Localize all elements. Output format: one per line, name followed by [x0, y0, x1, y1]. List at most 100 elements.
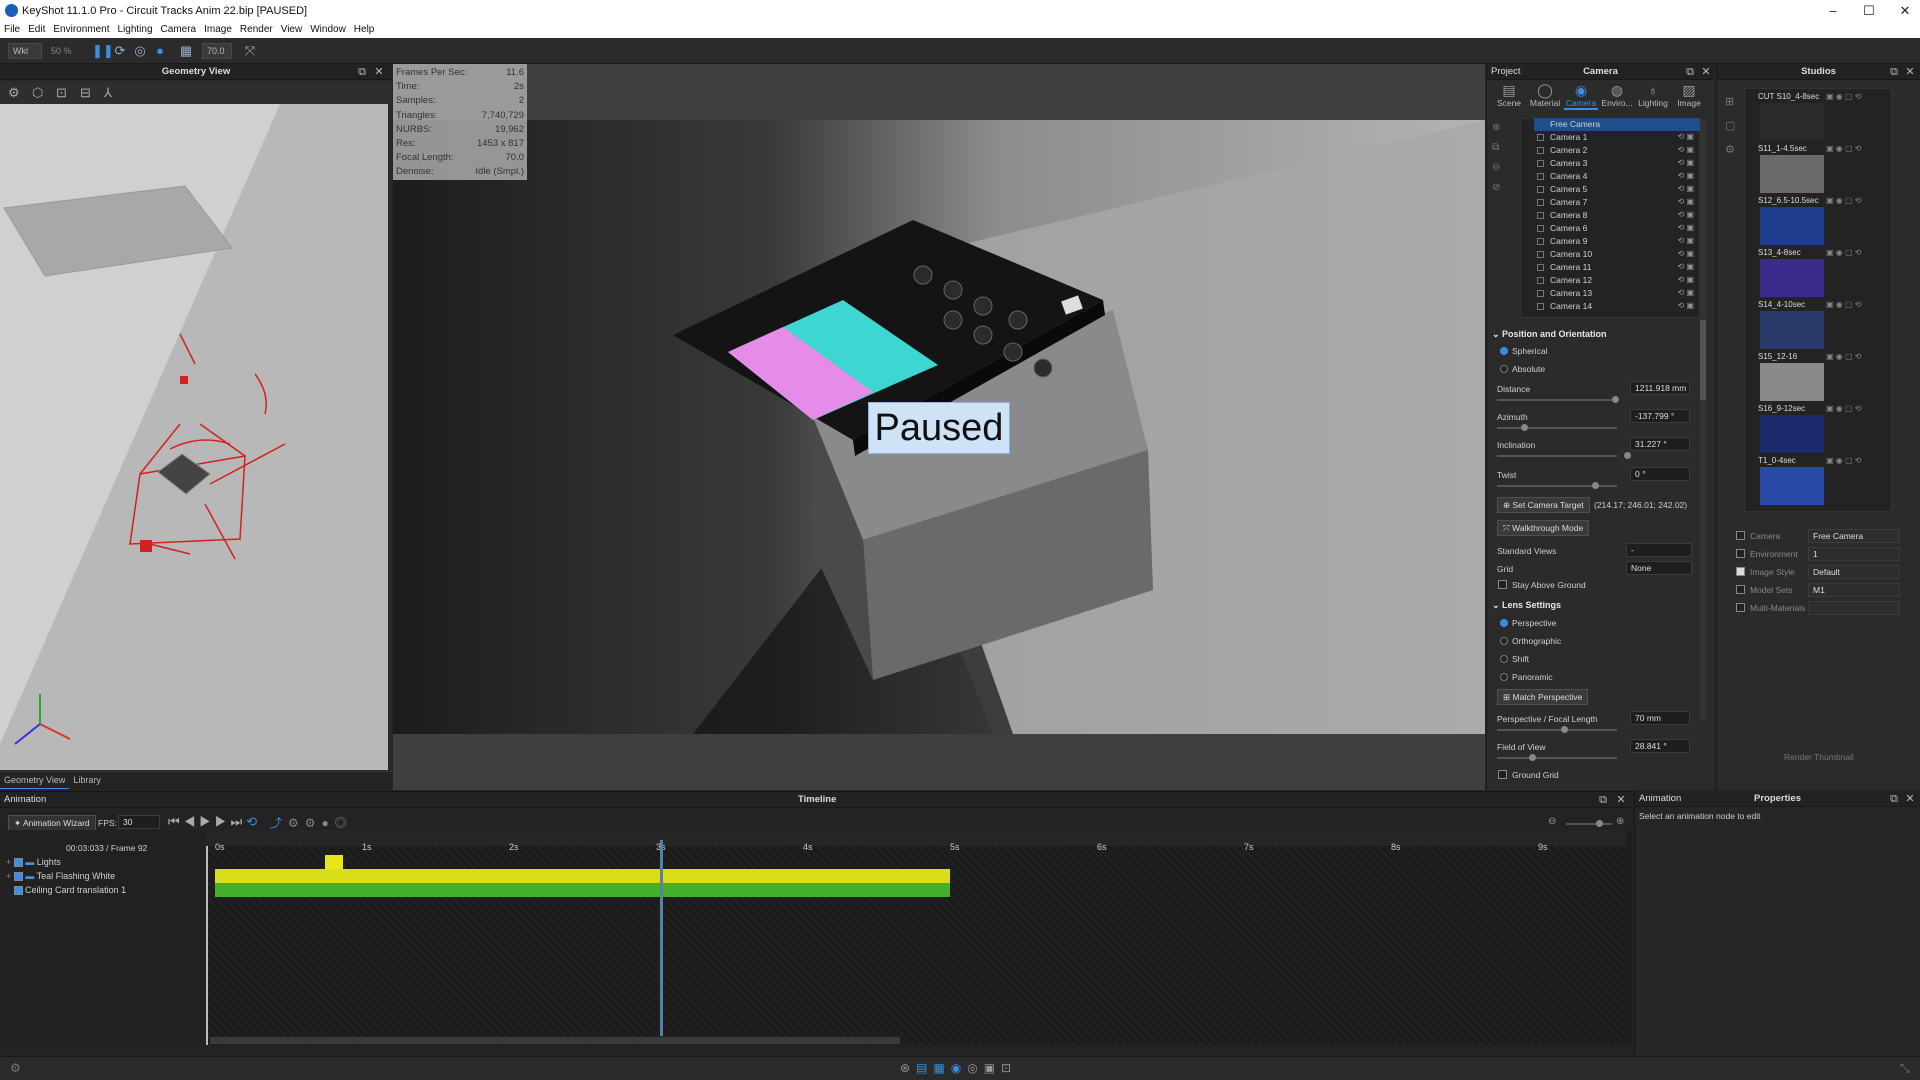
inclination-slider[interactable] — [1497, 452, 1631, 459]
project-icon[interactable]: ▦ — [933, 1061, 950, 1075]
panoramic-radio[interactable] — [1500, 673, 1508, 681]
camera-item[interactable]: Camera 3 ⟲ ▣ — [1534, 157, 1700, 170]
close-studios-icon[interactable]: ✕ — [1903, 64, 1917, 80]
geometry-viewport[interactable] — [0, 104, 388, 770]
denoise-icon[interactable]: ◎ — [132, 43, 148, 59]
camera-item[interactable]: Camera 13 ⟲ ▣ — [1534, 287, 1700, 300]
studio-item[interactable]: S13_4-8sec ▣ ◉ ▢ ⟲ — [1748, 248, 1888, 298]
studio-model-sets-select[interactable]: M1 — [1808, 583, 1900, 597]
inclination-field[interactable]: 31.227 ° — [1630, 437, 1690, 451]
studio-item[interactable]: S11_1-4.5sec ▣ ◉ ▢ ⟲ — [1748, 144, 1888, 194]
focal-length-field[interactable]: 70 mm — [1630, 711, 1690, 725]
path-icon[interactable]: ⤴ — [270, 816, 288, 830]
close-geometry-icon[interactable]: ✕ — [372, 64, 386, 80]
azimuth-slider[interactable] — [1497, 424, 1617, 431]
studio-model-sets-checkbox[interactable] — [1736, 585, 1745, 594]
duplicate-camera-icon[interactable]: ⧉ — [1492, 138, 1504, 158]
studio-multi-materials-select[interactable] — [1808, 601, 1900, 615]
import-icon[interactable]: ⊛ — [900, 1061, 916, 1075]
camera-item[interactable]: Camera 9 ⟲ ▣ — [1534, 235, 1700, 248]
menu-environment[interactable]: Environment — [49, 22, 113, 35]
close-timeline-icon[interactable]: ✕ — [1614, 792, 1628, 808]
resize-icon[interactable]: ⤡ — [1900, 1061, 1910, 1076]
focal-length-field[interactable]: 70.0 — [202, 43, 232, 59]
step-forward-icon[interactable]: ▶ — [215, 814, 231, 829]
skip-start-icon[interactable]: ⏮ — [168, 814, 184, 829]
studio-item[interactable]: S16_9-12sec ▣ ◉ ▢ ⟲ — [1748, 404, 1888, 454]
studio-environment-select[interactable]: 1 — [1808, 547, 1900, 561]
distance-slider[interactable] — [1497, 396, 1619, 403]
performance-icon[interactable]: ⟳ — [112, 43, 128, 59]
geometry-icon[interactable]: ▦ — [178, 43, 194, 59]
studio-image-style-checkbox[interactable] — [1736, 567, 1745, 576]
track-row-lights[interactable]: + ▬ Lights — [6, 855, 61, 869]
studio-item[interactable]: S12_6.5-10.5sec ▣ ◉ ▢ ⟲ — [1748, 196, 1888, 246]
axis-icon[interactable]: ⅄ — [104, 85, 112, 101]
menu-camera[interactable]: Camera — [157, 22, 201, 35]
studio-item[interactable]: CUT S10_4-8sec ▣ ◉ ▢ ⟲ — [1748, 92, 1888, 142]
twist-field[interactable]: 0 ° — [1630, 467, 1690, 481]
timeline-scrollbar[interactable] — [210, 1037, 900, 1044]
keyshotxr-icon[interactable]: ◎ — [967, 1061, 983, 1075]
studio-item[interactable]: S15_12-16 ▣ ◉ ▢ ⟲ — [1748, 352, 1888, 402]
walkthrough-mode-button[interactable]: ⤧ Walkthrough Mode — [1497, 520, 1590, 536]
studio-item[interactable]: S14_4-10sec ▣ ◉ ▢ ⟲ — [1748, 300, 1888, 350]
skip-end-icon[interactable]: ⏭ — [231, 814, 247, 829]
camera-item[interactable]: Camera 7 ⟲ ▣ — [1534, 196, 1700, 209]
ground-grid-checkbox[interactable] — [1498, 770, 1507, 779]
camera-item[interactable]: Camera 6 ⟲ ▣ — [1534, 222, 1700, 235]
render-mode-icon[interactable]: ● — [152, 43, 168, 59]
tab-lighting[interactable]: ♁ Lighting — [1636, 82, 1670, 108]
add-camera-icon[interactable]: ⊕ — [1492, 118, 1504, 138]
fov-slider[interactable] — [1497, 754, 1617, 761]
render-icon[interactable]: ▣ — [984, 1061, 1001, 1075]
gear-icon[interactable]: ⚙ — [288, 816, 305, 830]
tab-library[interactable]: Library — [69, 772, 105, 788]
timeline-zoom-slider[interactable] — [1566, 820, 1612, 827]
track-row-ceiling[interactable]: Ceiling Card translation 1 — [6, 883, 126, 897]
record-icon[interactable]: ● — [322, 816, 335, 830]
settings-icon[interactable]: ⚙ — [8, 85, 20, 101]
camera-icon[interactable]: ⊟ — [80, 85, 91, 101]
zoom-select[interactable]: 50 % — [46, 43, 86, 59]
shift-radio[interactable] — [1500, 655, 1508, 663]
track-row-teal[interactable]: + ▬ Teal Flashing White — [6, 869, 115, 883]
time-ruler[interactable] — [206, 830, 1626, 846]
menu-image[interactable]: Image — [200, 22, 236, 35]
camera-item[interactable]: Camera 8 ⟲ ▣ — [1534, 209, 1700, 222]
settings-alt-icon[interactable]: ⚙ — [305, 816, 322, 830]
tab-scene[interactable]: ▤ Scene — [1492, 82, 1526, 108]
camera-item[interactable]: Camera 12 ⟲ ▣ — [1534, 274, 1700, 287]
zoom-in-icon[interactable]: ⊕ — [1616, 816, 1624, 827]
distance-field[interactable]: 1211.918 mm — [1630, 381, 1690, 395]
lens-settings-header[interactable]: ⌄ Lens Settings — [1492, 600, 1561, 611]
workspace-select[interactable]: Wkl — [8, 43, 42, 59]
tab-camera[interactable]: ◉ Camera — [1564, 82, 1598, 110]
spherical-radio[interactable] — [1500, 347, 1508, 355]
lock-camera-icon[interactable]: ⊘ — [1492, 178, 1504, 198]
camera-item[interactable]: Camera 11 ⟲ ▣ — [1534, 261, 1700, 274]
studio-image-style-select[interactable]: Default — [1808, 565, 1900, 579]
perspective-radio[interactable] — [1500, 619, 1508, 627]
undock-icon[interactable]: ⧉ — [1887, 791, 1901, 807]
teal-flashing-clip[interactable] — [215, 869, 950, 883]
undock-icon[interactable]: ⧉ — [1596, 792, 1610, 808]
camera-item-free[interactable]: Free Camera — [1534, 118, 1700, 131]
menu-lighting[interactable]: Lighting — [114, 22, 157, 35]
cube-icon[interactable]: ⬡ — [32, 85, 43, 101]
menu-view[interactable]: View — [277, 22, 307, 35]
studio-item[interactable]: T1_0-4sec ▣ ◉ ▢ ⟲ — [1748, 456, 1888, 506]
animation-icon[interactable]: ◉ — [951, 1061, 967, 1075]
library-icon[interactable]: ▤ — [916, 1061, 933, 1075]
close-properties-icon[interactable]: ✕ — [1903, 791, 1917, 807]
undock-icon[interactable]: ⧉ — [355, 64, 369, 80]
stay-above-ground-checkbox[interactable] — [1498, 580, 1507, 589]
studio-camera-select[interactable]: Free Camera — [1808, 529, 1900, 543]
fov-field[interactable]: 28.841 ° — [1630, 739, 1690, 753]
studio-multi-materials-checkbox[interactable] — [1736, 603, 1745, 612]
undock-icon[interactable]: ⧉ — [1887, 64, 1901, 80]
tab-image[interactable]: ▨ Image — [1672, 82, 1706, 108]
close-button[interactable]: ✕ — [1882, 0, 1920, 22]
menu-edit[interactable]: Edit — [24, 22, 49, 35]
render-thumbnail-button[interactable]: Render Thumbnail — [1784, 752, 1854, 762]
